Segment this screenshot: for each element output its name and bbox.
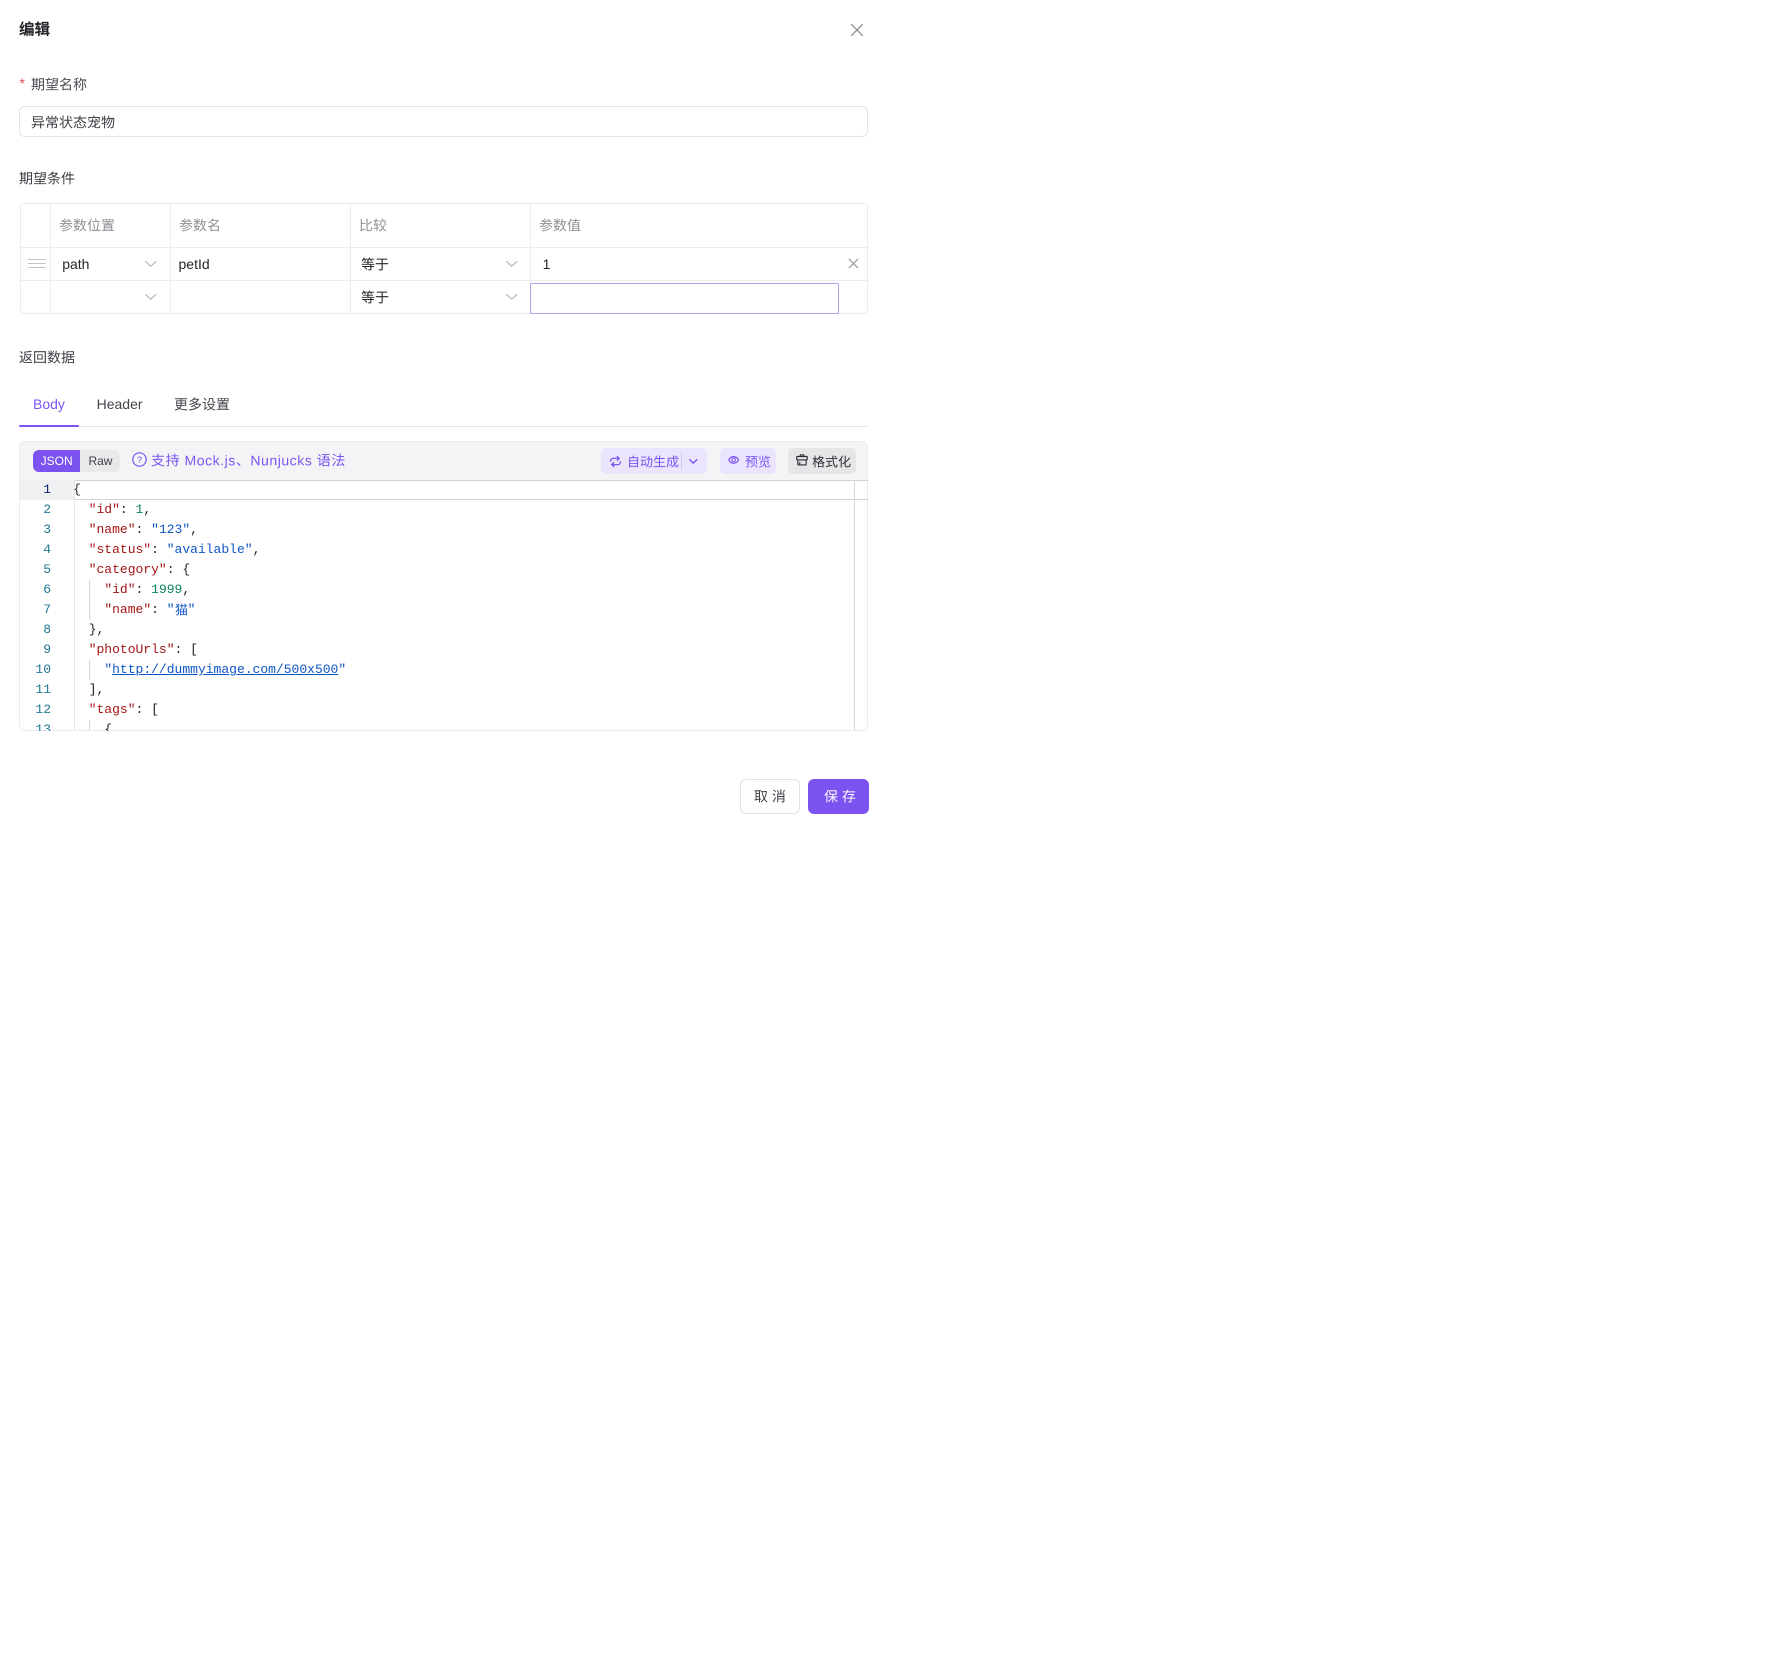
svg-text:?: ? — [137, 455, 142, 466]
